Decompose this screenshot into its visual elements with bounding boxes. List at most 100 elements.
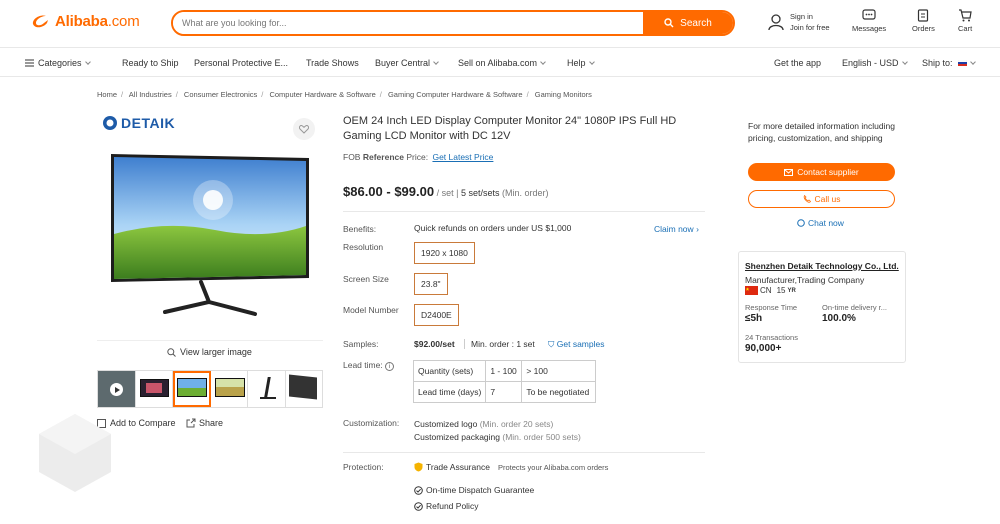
nav-language[interactable]: English - USD bbox=[842, 58, 908, 68]
price-divider bbox=[343, 211, 705, 212]
share-button[interactable]: Share bbox=[186, 418, 223, 428]
share-label: Share bbox=[199, 418, 224, 428]
lead-time-table: Quantity (sets) 1 - 100 > 100 Lead time (d… bbox=[412, 360, 597, 403]
table-cell: Quantity (sets) bbox=[412, 360, 487, 382]
gallery-divider bbox=[97, 340, 323, 341]
user-icon bbox=[768, 14, 784, 31]
crumb-gaming-monitors[interactable]: Gaming Monitors bbox=[535, 90, 592, 99]
china-flag-icon bbox=[745, 286, 758, 295]
share-icon bbox=[186, 418, 196, 428]
benefits-text: Quick refunds on orders under US $1,000 bbox=[414, 223, 572, 233]
benefits-label: Benefits: bbox=[343, 224, 377, 234]
get-latest-price-link[interactable]: Get Latest Price bbox=[432, 152, 493, 162]
fob-suffix: Price: bbox=[406, 152, 429, 162]
crumb-all-industries[interactable]: All Industries bbox=[129, 90, 172, 99]
nav-help[interactable]: Help bbox=[567, 58, 595, 68]
main-product-image[interactable]: DETAIK bbox=[97, 112, 323, 340]
thumbnail-4[interactable] bbox=[211, 371, 248, 407]
search-input[interactable] bbox=[173, 12, 643, 34]
nav-get-app[interactable]: Get the app bbox=[774, 58, 821, 68]
crumb-gaming-hardware[interactable]: Gaming Computer Hardware & Software bbox=[388, 90, 523, 99]
nav-sell-label: Sell on Alibaba.com bbox=[458, 58, 538, 68]
contact-supplier-button[interactable]: Contact supplier bbox=[748, 163, 895, 181]
orders-label: Orders bbox=[912, 24, 935, 33]
view-larger-button[interactable]: View larger image bbox=[167, 347, 252, 357]
screen-size-option[interactable]: 23.8" bbox=[414, 273, 448, 295]
nav-ppe[interactable]: Personal Protective E... bbox=[194, 58, 288, 68]
trade-assurance[interactable]: Trade Assurance Protects your Alibaba.co… bbox=[414, 462, 608, 472]
claim-now-link[interactable]: Claim now › bbox=[654, 224, 699, 234]
orders-icon bbox=[918, 9, 929, 22]
table-cell: To be negotiated bbox=[521, 381, 597, 403]
nav-ready-to-ship[interactable]: Ready to Ship bbox=[122, 58, 179, 68]
thumbnail-strip bbox=[97, 370, 323, 408]
model-number-option[interactable]: D2400E bbox=[414, 304, 459, 326]
nav-categories[interactable]: Categories bbox=[25, 58, 91, 68]
crumb-home[interactable]: Home bbox=[97, 90, 117, 99]
customization-label: Customization: bbox=[343, 418, 400, 428]
supplier-years-unit: YR bbox=[787, 287, 796, 294]
nav-buyer-central[interactable]: Buyer Central bbox=[375, 58, 439, 68]
samples-label: Samples: bbox=[343, 339, 379, 349]
min-order-note: (Min. order) bbox=[502, 188, 549, 198]
orders-button[interactable]: Orders bbox=[912, 9, 935, 33]
thumbnail-5[interactable] bbox=[248, 371, 286, 407]
thumbnail-3-selected[interactable] bbox=[173, 371, 211, 407]
sign-in-link[interactable]: Sign in bbox=[790, 11, 830, 22]
zoom-icon bbox=[167, 347, 176, 357]
response-time-value: ≤5h bbox=[745, 313, 763, 324]
russia-flag-icon bbox=[957, 59, 968, 66]
min-order-qty: 5 set/sets bbox=[460, 188, 500, 198]
search-bar: Search bbox=[171, 10, 735, 36]
refund-label: Refund Policy bbox=[426, 501, 479, 511]
call-us-button[interactable]: Call us bbox=[748, 190, 895, 208]
nav-trade-shows[interactable]: Trade Shows bbox=[306, 58, 359, 68]
thumbnail-2[interactable] bbox=[136, 371, 173, 407]
join-free-link[interactable]: Join for free bbox=[790, 22, 830, 33]
nav-sell[interactable]: Sell on Alibaba.com bbox=[458, 58, 546, 68]
nav-language-label: English - USD bbox=[842, 58, 899, 68]
crumb-computer-hardware[interactable]: Computer Hardware & Software bbox=[269, 90, 375, 99]
ontime-delivery-value: 100.0% bbox=[822, 313, 856, 324]
crumb-consumer-electronics[interactable]: Consumer Electronics bbox=[184, 90, 257, 99]
custom-packaging: Customized packaging bbox=[414, 432, 500, 442]
alibaba-logo[interactable]: Alibaba.com bbox=[30, 12, 140, 30]
search-button[interactable]: Search bbox=[643, 12, 733, 34]
thumbnail-6[interactable] bbox=[286, 371, 323, 407]
play-icon bbox=[110, 383, 123, 396]
custom-packaging-note: (Min. order 500 sets) bbox=[502, 432, 581, 442]
lead-time-text: Lead time: bbox=[343, 360, 383, 370]
favorite-button[interactable] bbox=[293, 118, 315, 140]
breadcrumb: Home / All Industries / Consumer Electroni… bbox=[97, 90, 592, 99]
info-icon[interactable]: i bbox=[385, 362, 395, 371]
thumbnail-video[interactable] bbox=[98, 371, 136, 407]
messages-button[interactable]: Messages bbox=[852, 9, 886, 33]
menu-icon bbox=[25, 59, 34, 67]
decorative-hexagon bbox=[39, 414, 111, 492]
chevron-down-icon bbox=[84, 59, 91, 65]
get-samples-label: Get samples bbox=[556, 339, 605, 349]
screen-size-label: Screen Size bbox=[343, 274, 389, 284]
cart-button[interactable]: Cart bbox=[958, 9, 972, 33]
chat-icon bbox=[797, 219, 805, 227]
chat-now-button[interactable]: Chat now bbox=[797, 218, 844, 228]
custom-logo-note: (Min. order 20 sets) bbox=[479, 419, 554, 429]
chevron-down-icon bbox=[588, 59, 595, 65]
search-icon bbox=[664, 18, 674, 28]
supplier-info-text: For more detailed information including … bbox=[748, 121, 895, 143]
table-row: Lead time (days) 7 To be negotiated bbox=[412, 381, 597, 403]
chevron-down-icon bbox=[901, 59, 908, 65]
sign-in-area[interactable]: Sign in Join for free bbox=[767, 11, 830, 33]
refund-policy: Refund Policy bbox=[414, 501, 478, 511]
nav-ship-to[interactable]: Ship to: bbox=[922, 58, 976, 68]
nav-buyer-central-label: Buyer Central bbox=[375, 58, 431, 68]
messages-label: Messages bbox=[852, 24, 887, 33]
supplier-years: 15 bbox=[776, 286, 786, 295]
message-icon bbox=[862, 9, 876, 20]
get-samples-link[interactable]: ⛉ Get samples bbox=[548, 339, 604, 350]
chevron-down-icon bbox=[433, 59, 439, 65]
nav-categories-label: Categories bbox=[38, 58, 82, 68]
resolution-option[interactable]: 1920 x 1080 bbox=[414, 242, 475, 264]
supplier-company-link[interactable]: Shenzhen Detaik Technology Co., Ltd. bbox=[745, 261, 899, 271]
nav-ship-to-label: Ship to: bbox=[922, 58, 953, 68]
